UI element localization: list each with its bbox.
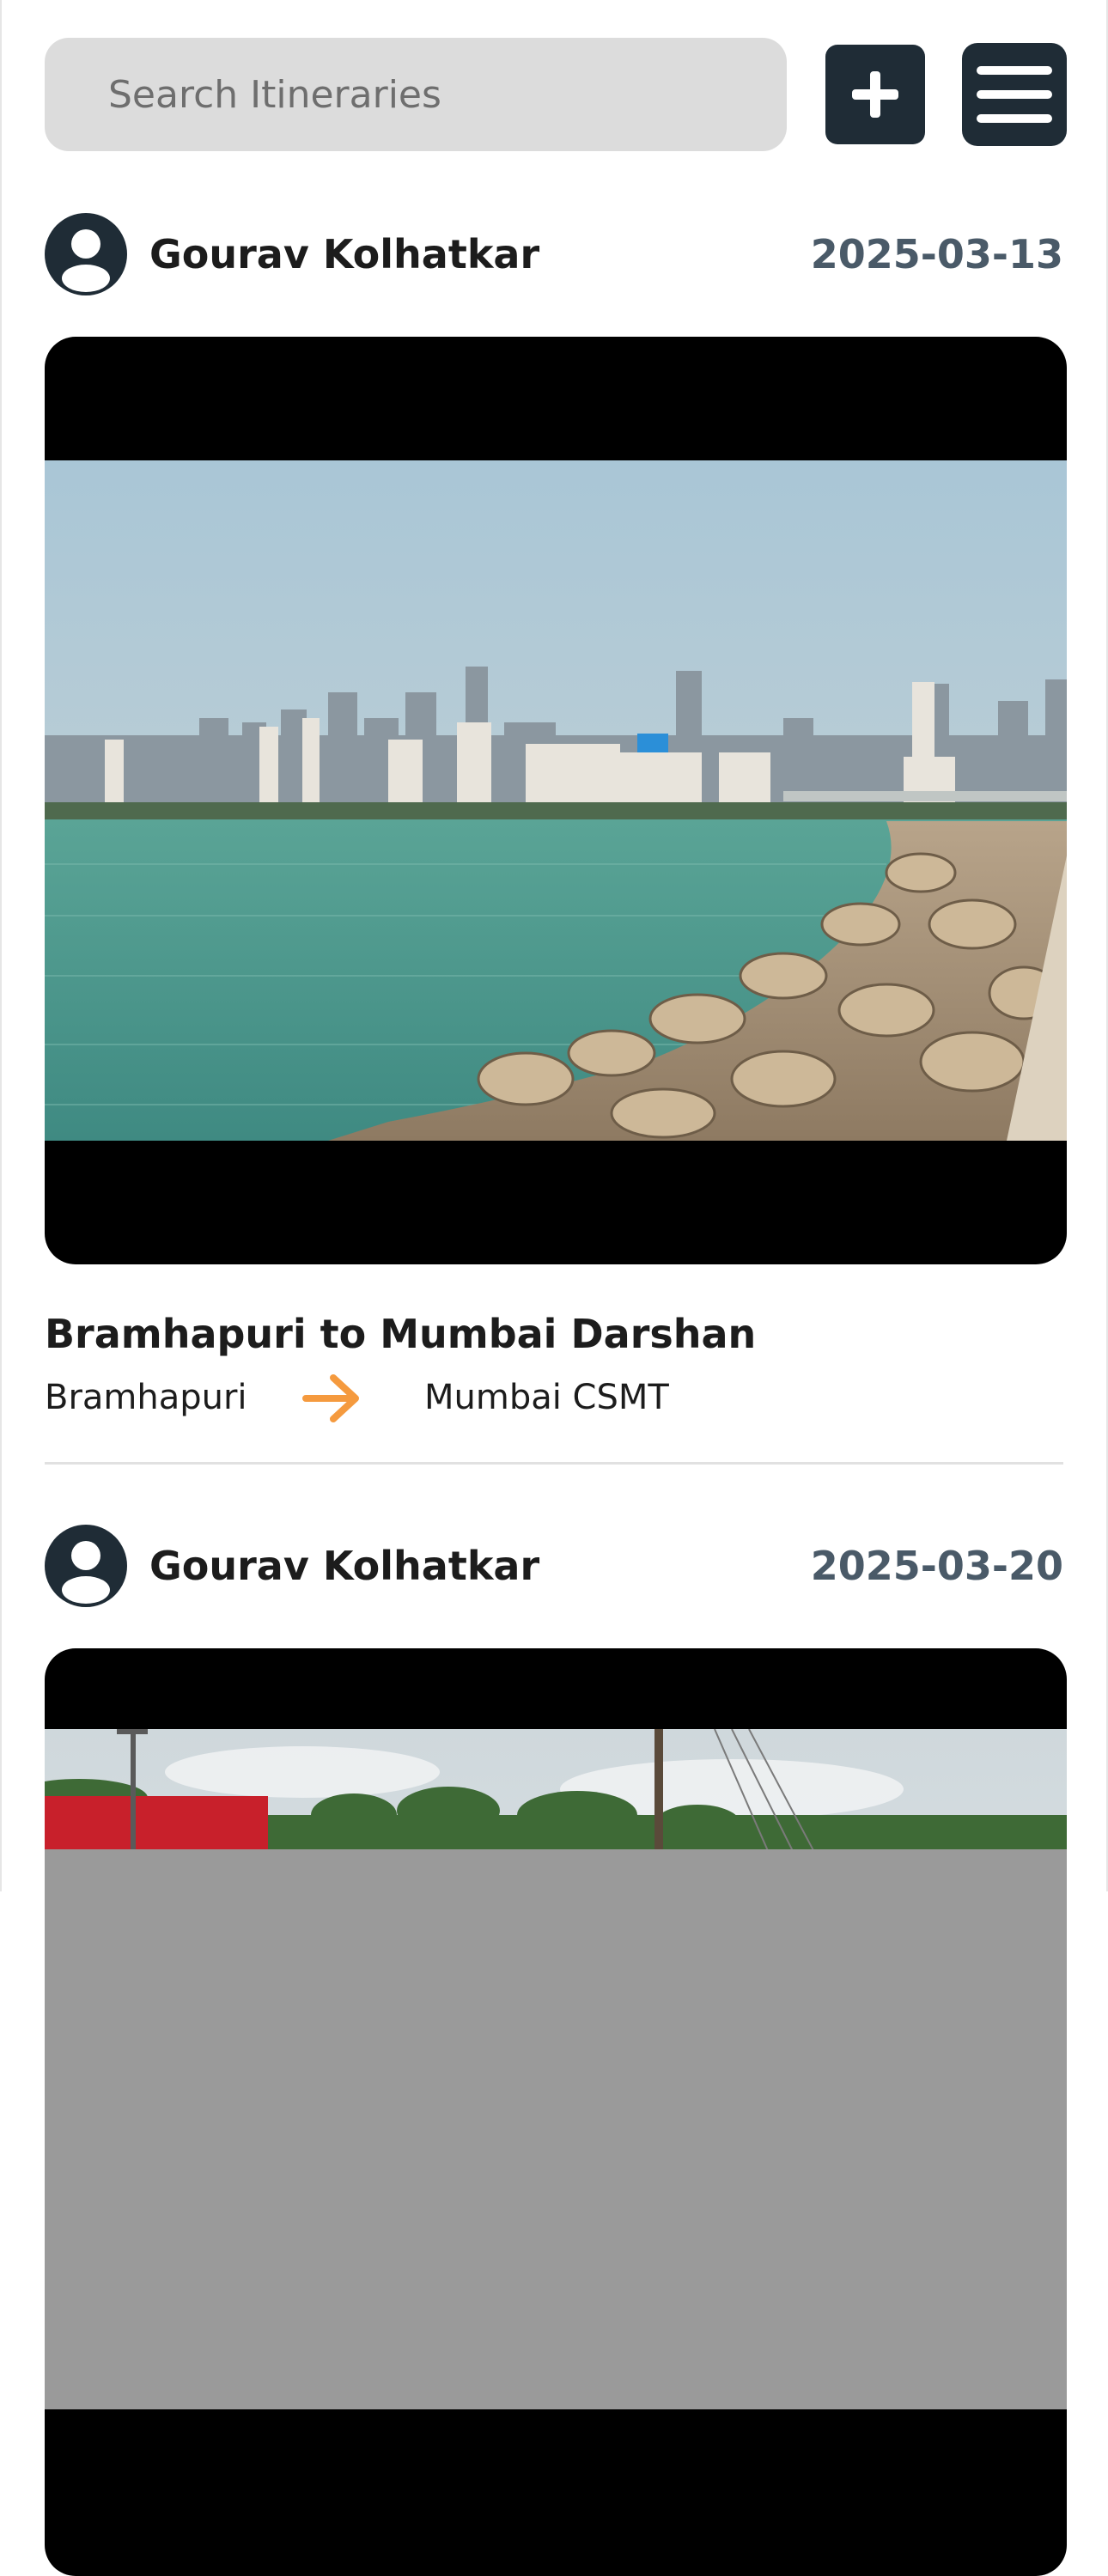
post-divider [45, 1462, 1063, 1465]
itinerary-post[interactable]: Gourav Kolhatkar 2025-03-20 [45, 1525, 1067, 2576]
itinerary-route: Bramhapuri Mumbai CSMT [45, 1369, 1063, 1431]
mumbai-marine-drive-photo [45, 460, 1067, 1141]
itinerary-cover-image[interactable] [45, 1648, 1067, 2576]
add-itinerary-button[interactable] [825, 45, 925, 144]
route-origin: Bramhapuri [45, 1378, 247, 1417]
user-avatar-icon[interactable] [45, 1525, 127, 1607]
menu-button[interactable] [962, 43, 1067, 146]
post-date: 2025-03-20 [810, 1543, 1063, 1589]
itinerary-title[interactable]: Bramhapuri to Mumbai Darshan [45, 1311, 1063, 1357]
station-photo [45, 1729, 1067, 2409]
author-name[interactable]: Gourav Kolhatkar [149, 1543, 539, 1589]
route-destination: Mumbai CSMT [424, 1378, 669, 1417]
post-date: 2025-03-13 [810, 231, 1063, 277]
hamburger-menu-icon [977, 66, 1052, 123]
itinerary-post[interactable]: Gourav Kolhatkar 2025-03-13 Bramhapuri t… [45, 213, 1067, 1465]
itinerary-feed-page: Gourav Kolhatkar 2025-03-13 [45, 0, 1067, 2576]
itinerary-cover-image[interactable] [45, 337, 1067, 1264]
search-input[interactable] [107, 71, 787, 118]
search-bar[interactable] [45, 38, 787, 151]
user-avatar-icon[interactable] [45, 213, 127, 295]
post-header: Gourav Kolhatkar 2025-03-13 [45, 213, 1063, 295]
plus-icon [852, 71, 898, 118]
post-header: Gourav Kolhatkar 2025-03-20 [45, 1525, 1063, 1607]
author-name[interactable]: Gourav Kolhatkar [149, 231, 539, 277]
top-bar [45, 0, 1067, 153]
arrow-right-icon [302, 1374, 359, 1422]
